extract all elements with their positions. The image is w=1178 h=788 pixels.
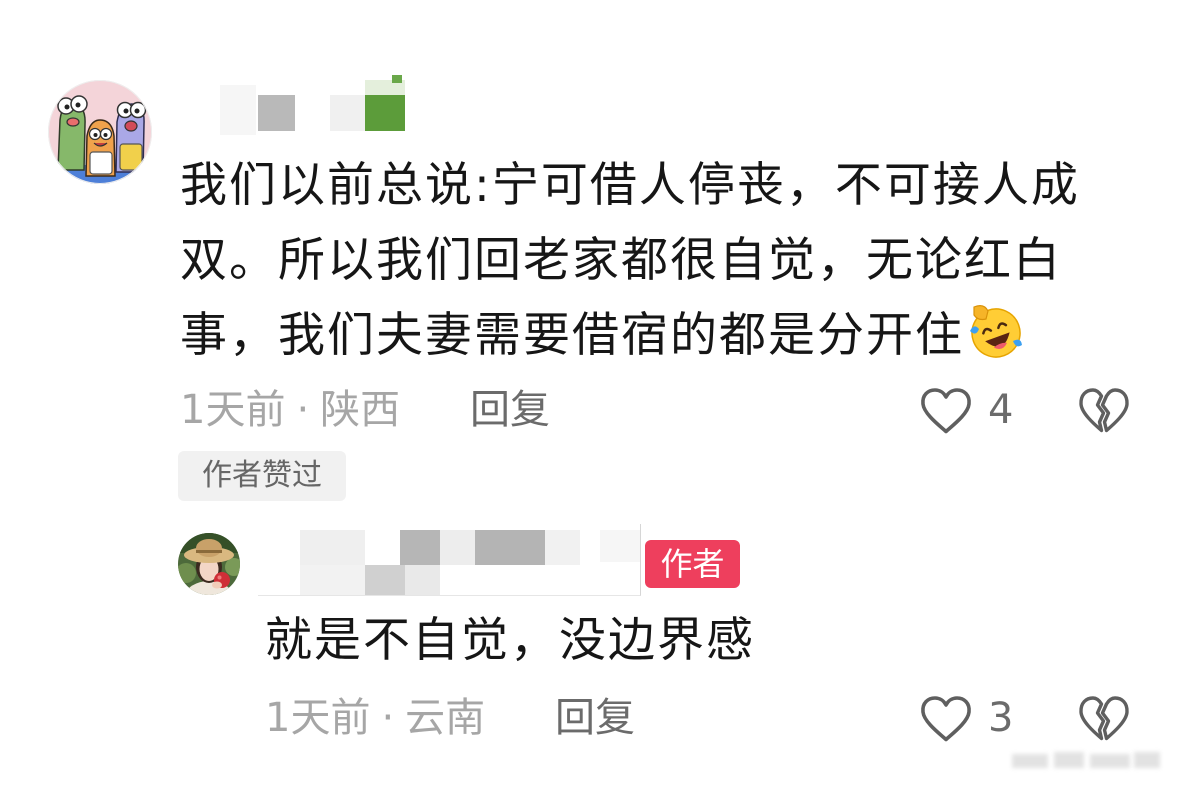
meta-separator: · xyxy=(296,387,310,433)
watermark-smudge xyxy=(1134,752,1160,768)
broken-heart-icon xyxy=(1079,388,1129,433)
mosaic-tile xyxy=(400,530,440,565)
mosaic-tile xyxy=(545,530,580,565)
comment-text-line: 双。所以我们回老家都很自觉，无论红白 xyxy=(180,233,1062,288)
reply-text: 就是不自觉，没边界感 xyxy=(265,613,755,668)
laughing-tears-emoji-icon xyxy=(966,301,1026,361)
woman-photo-avatar-image xyxy=(178,533,240,595)
reply-dislike-button[interactable] xyxy=(1076,694,1132,744)
meta-separator: · xyxy=(381,695,395,741)
comment-time: 1天前 xyxy=(180,387,286,433)
cartoon-avatar-image xyxy=(48,80,152,184)
reply-like-button[interactable] xyxy=(918,694,974,744)
comment-like-count: 4 xyxy=(988,387,1014,433)
reply-author-avatar[interactable] xyxy=(178,533,240,595)
reply-like-count: 3 xyxy=(988,695,1014,741)
mosaic-tile xyxy=(258,95,295,131)
mosaic-tile xyxy=(300,565,365,595)
commenter-username-mosaic[interactable] xyxy=(220,75,415,135)
mosaic-tile xyxy=(475,530,545,565)
mosaic-tile xyxy=(405,565,440,595)
heart-outline-icon xyxy=(921,696,971,742)
watermark-smudge xyxy=(1054,752,1084,768)
comment-text-line: 事，我们夫妻需要借宿的都是分开住 xyxy=(180,298,1080,373)
mosaic-tile xyxy=(440,530,475,565)
mosaic-tile xyxy=(220,85,256,135)
comment-text-line: 我们以前总说:宁可借人停丧，不可接人成 xyxy=(180,158,1080,213)
reply-author-username-mosaic[interactable] xyxy=(258,524,641,596)
reply-location: 云南 xyxy=(405,695,486,741)
watermark xyxy=(1008,746,1166,774)
mosaic-tile xyxy=(392,75,402,83)
comment-text: 我们以前总说:宁可借人停丧，不可接人成 双。所以我们回老家都很自觉，无论红白 事… xyxy=(180,148,1080,373)
broken-heart-icon xyxy=(1079,696,1129,741)
commenter-avatar[interactable] xyxy=(48,80,152,184)
comment-location: 陕西 xyxy=(320,387,401,433)
mosaic-tile xyxy=(330,95,365,131)
mosaic-tile xyxy=(365,565,405,595)
mosaic-tile xyxy=(300,530,365,565)
author-liked-badge: 作者赞过 xyxy=(178,451,346,501)
author-badge: 作者 xyxy=(645,540,740,588)
mosaic-tile xyxy=(365,95,405,131)
reply-reply-button[interactable]: 回复 xyxy=(555,693,635,743)
watermark-smudge xyxy=(1090,754,1130,768)
comment-dislike-button[interactable] xyxy=(1076,386,1132,436)
reply-time: 1天前 xyxy=(265,695,371,741)
reply-meta: 1天前 · 云南 xyxy=(265,693,485,743)
watermark-smudge xyxy=(1012,754,1048,768)
comment-meta: 1天前 · 陕西 xyxy=(180,385,400,435)
heart-outline-icon xyxy=(921,388,971,434)
comment-like-button[interactable] xyxy=(918,386,974,436)
comment-text-line-content: 事，我们夫妻需要借宿的都是分开住 xyxy=(180,308,964,363)
comment-reply-button[interactable]: 回复 xyxy=(470,385,550,435)
mosaic-tile xyxy=(600,530,640,562)
